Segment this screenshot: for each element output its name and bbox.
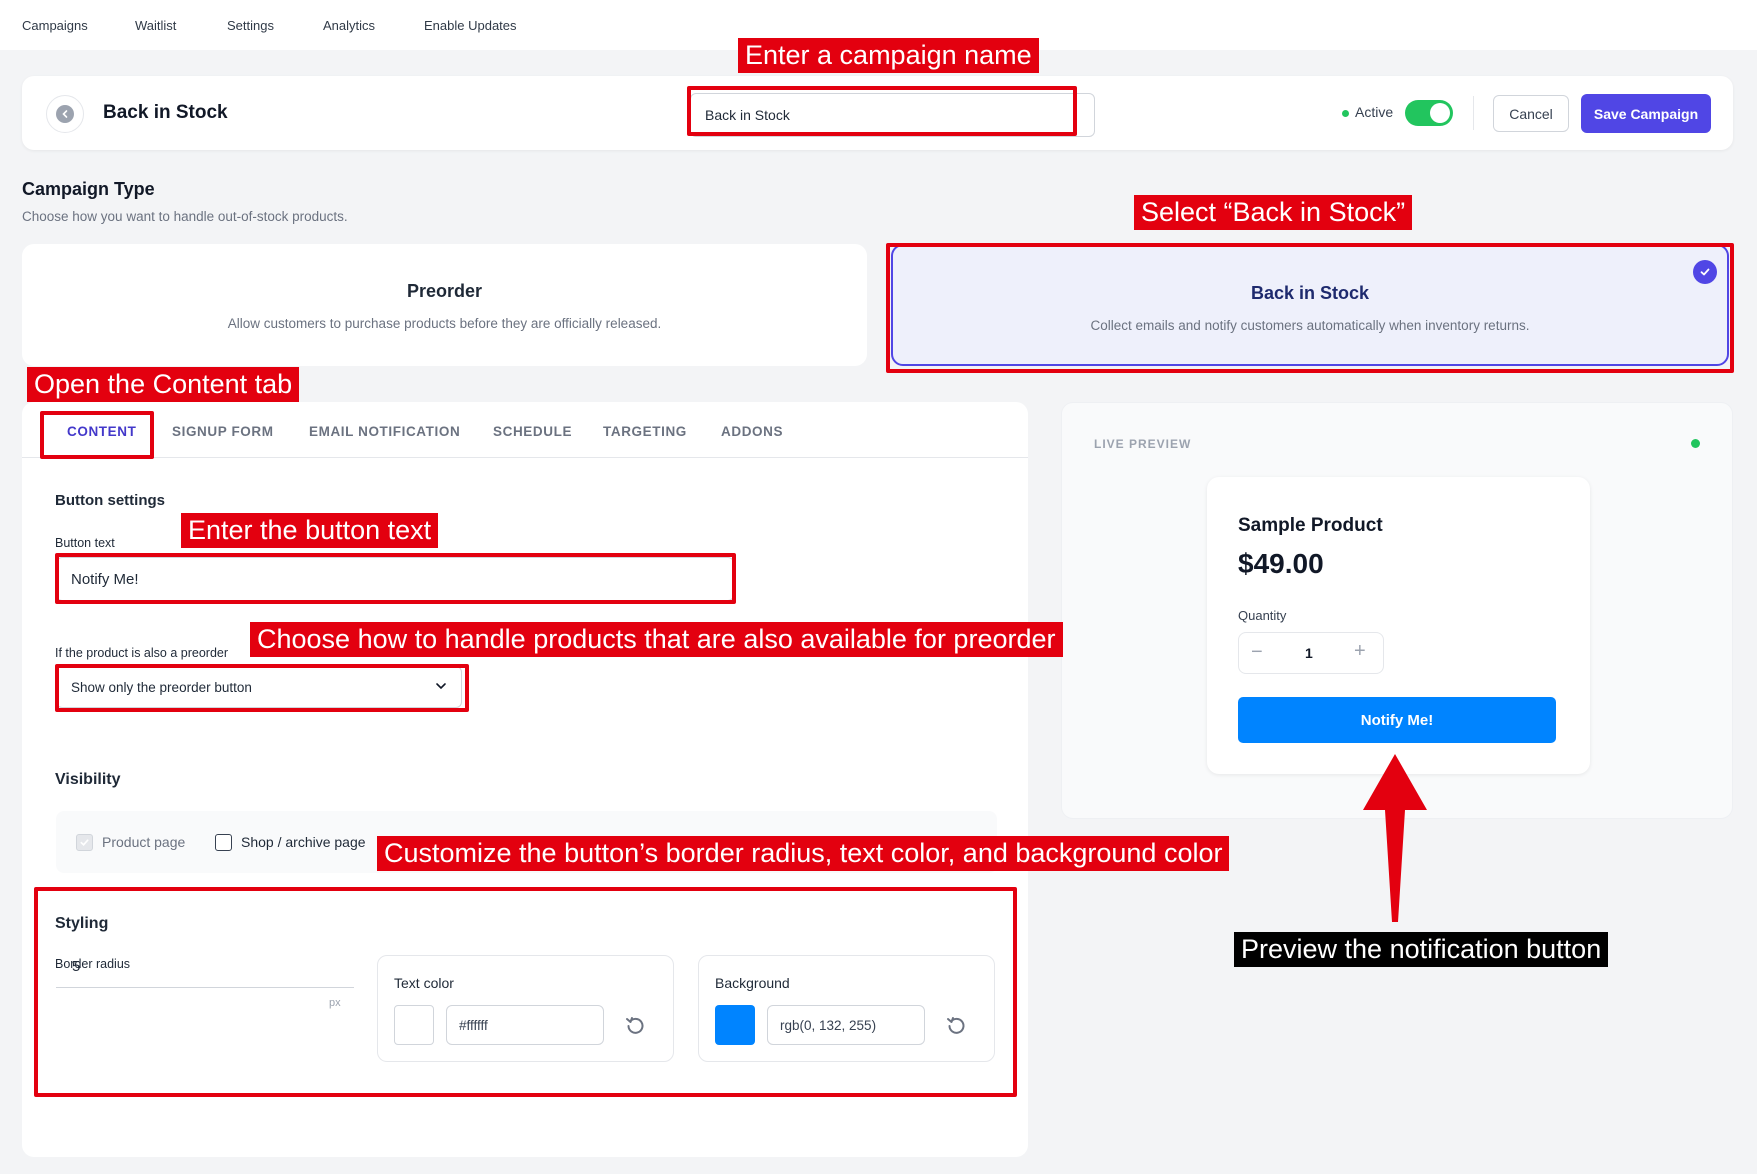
annotation-box-button-text [55,553,736,604]
annotation-button-text: Enter the button text [181,513,439,548]
minus-icon[interactable]: − [1251,641,1263,664]
product-page-checkbox [76,834,93,851]
shop-archive-label[interactable]: Shop / archive page [241,834,366,850]
status-dot [1342,110,1349,117]
notify-me-button[interactable]: Notify Me! [1238,697,1556,743]
button-text-label: Button text [55,536,115,550]
annotation-preview: Preview the notification button [1234,932,1609,967]
annotation-select-type: Select “Back in Stock” [1134,195,1413,230]
cancel-button[interactable]: Cancel [1493,95,1569,132]
annotation-box-select-type [886,243,1734,373]
tab-targeting[interactable]: TARGETING [603,424,687,439]
annotation-box-styling [34,887,1017,1097]
back-button[interactable] [46,95,84,133]
product-card: Sample Product $49.00 Quantity − 1 + Not… [1207,477,1590,774]
status-label: Active [1355,104,1394,120]
shop-archive-checkbox[interactable] [215,834,232,851]
campaign-type-description: Allow customers to purchase products bef… [227,316,662,331]
arrow-left-icon [56,105,74,123]
campaign-type-preorder[interactable]: Preorder Allow customers to purchase pro… [22,244,867,366]
page-title: Back in Stock [103,102,228,123]
toggle-knob [1430,103,1450,123]
save-campaign-button[interactable]: Save Campaign [1581,94,1711,133]
tab-email-notification[interactable]: EMAIL NOTIFICATION [309,424,460,439]
divider [1473,96,1474,130]
nav-settings[interactable]: Settings [227,18,274,33]
nav-analytics[interactable]: Analytics [323,18,375,33]
live-preview-label: LIVE PREVIEW [1094,437,1192,451]
tab-schedule[interactable]: SCHEDULE [493,424,572,439]
tab-addons[interactable]: ADDONS [721,424,783,439]
annotation-box-campaign-name [687,86,1077,136]
nav-waitlist[interactable]: Waitlist [135,18,176,33]
plus-icon[interactable]: + [1354,640,1366,663]
product-page-label: Product page [102,834,186,850]
product-name: Sample Product [1238,515,1383,536]
quantity-label: Quantity [1238,608,1287,623]
annotation-campaign-name: Enter a campaign name [738,38,1039,73]
quantity-stepper: − 1 + [1238,632,1384,674]
tabs-bar: CONTENT SIGNUP FORM EMAIL NOTIFICATION S… [22,402,1028,458]
annotation-content-tab: Open the Content tab [27,367,300,402]
nav-campaigns[interactable]: Campaigns [22,18,88,33]
campaign-type-subtitle: Choose how you want to handle out-of-sto… [22,209,348,224]
preorder-label: If the product is also a preorder [55,646,229,660]
campaign-type-title: Preorder [406,281,483,301]
annotation-styling: Customize the button’s border radius, te… [377,836,1230,871]
annotation-arrow [1363,754,1427,922]
annotation-box-preorder [55,664,469,712]
campaign-type-title: Campaign Type [22,179,155,199]
tab-signup-form[interactable]: SIGNUP FORM [172,424,274,439]
button-settings-title: Button settings [55,492,165,509]
annotation-box-content-tab [40,411,154,459]
active-toggle[interactable] [1405,100,1453,126]
nav-enable-updates[interactable]: Enable Updates [424,18,517,33]
annotation-preorder: Choose how to handle products that are a… [250,622,1063,657]
product-price: $49.00 [1238,548,1324,579]
quantity-value: 1 [1305,645,1313,661]
live-indicator-dot [1691,439,1700,448]
visibility-title: Visibility [55,771,121,788]
